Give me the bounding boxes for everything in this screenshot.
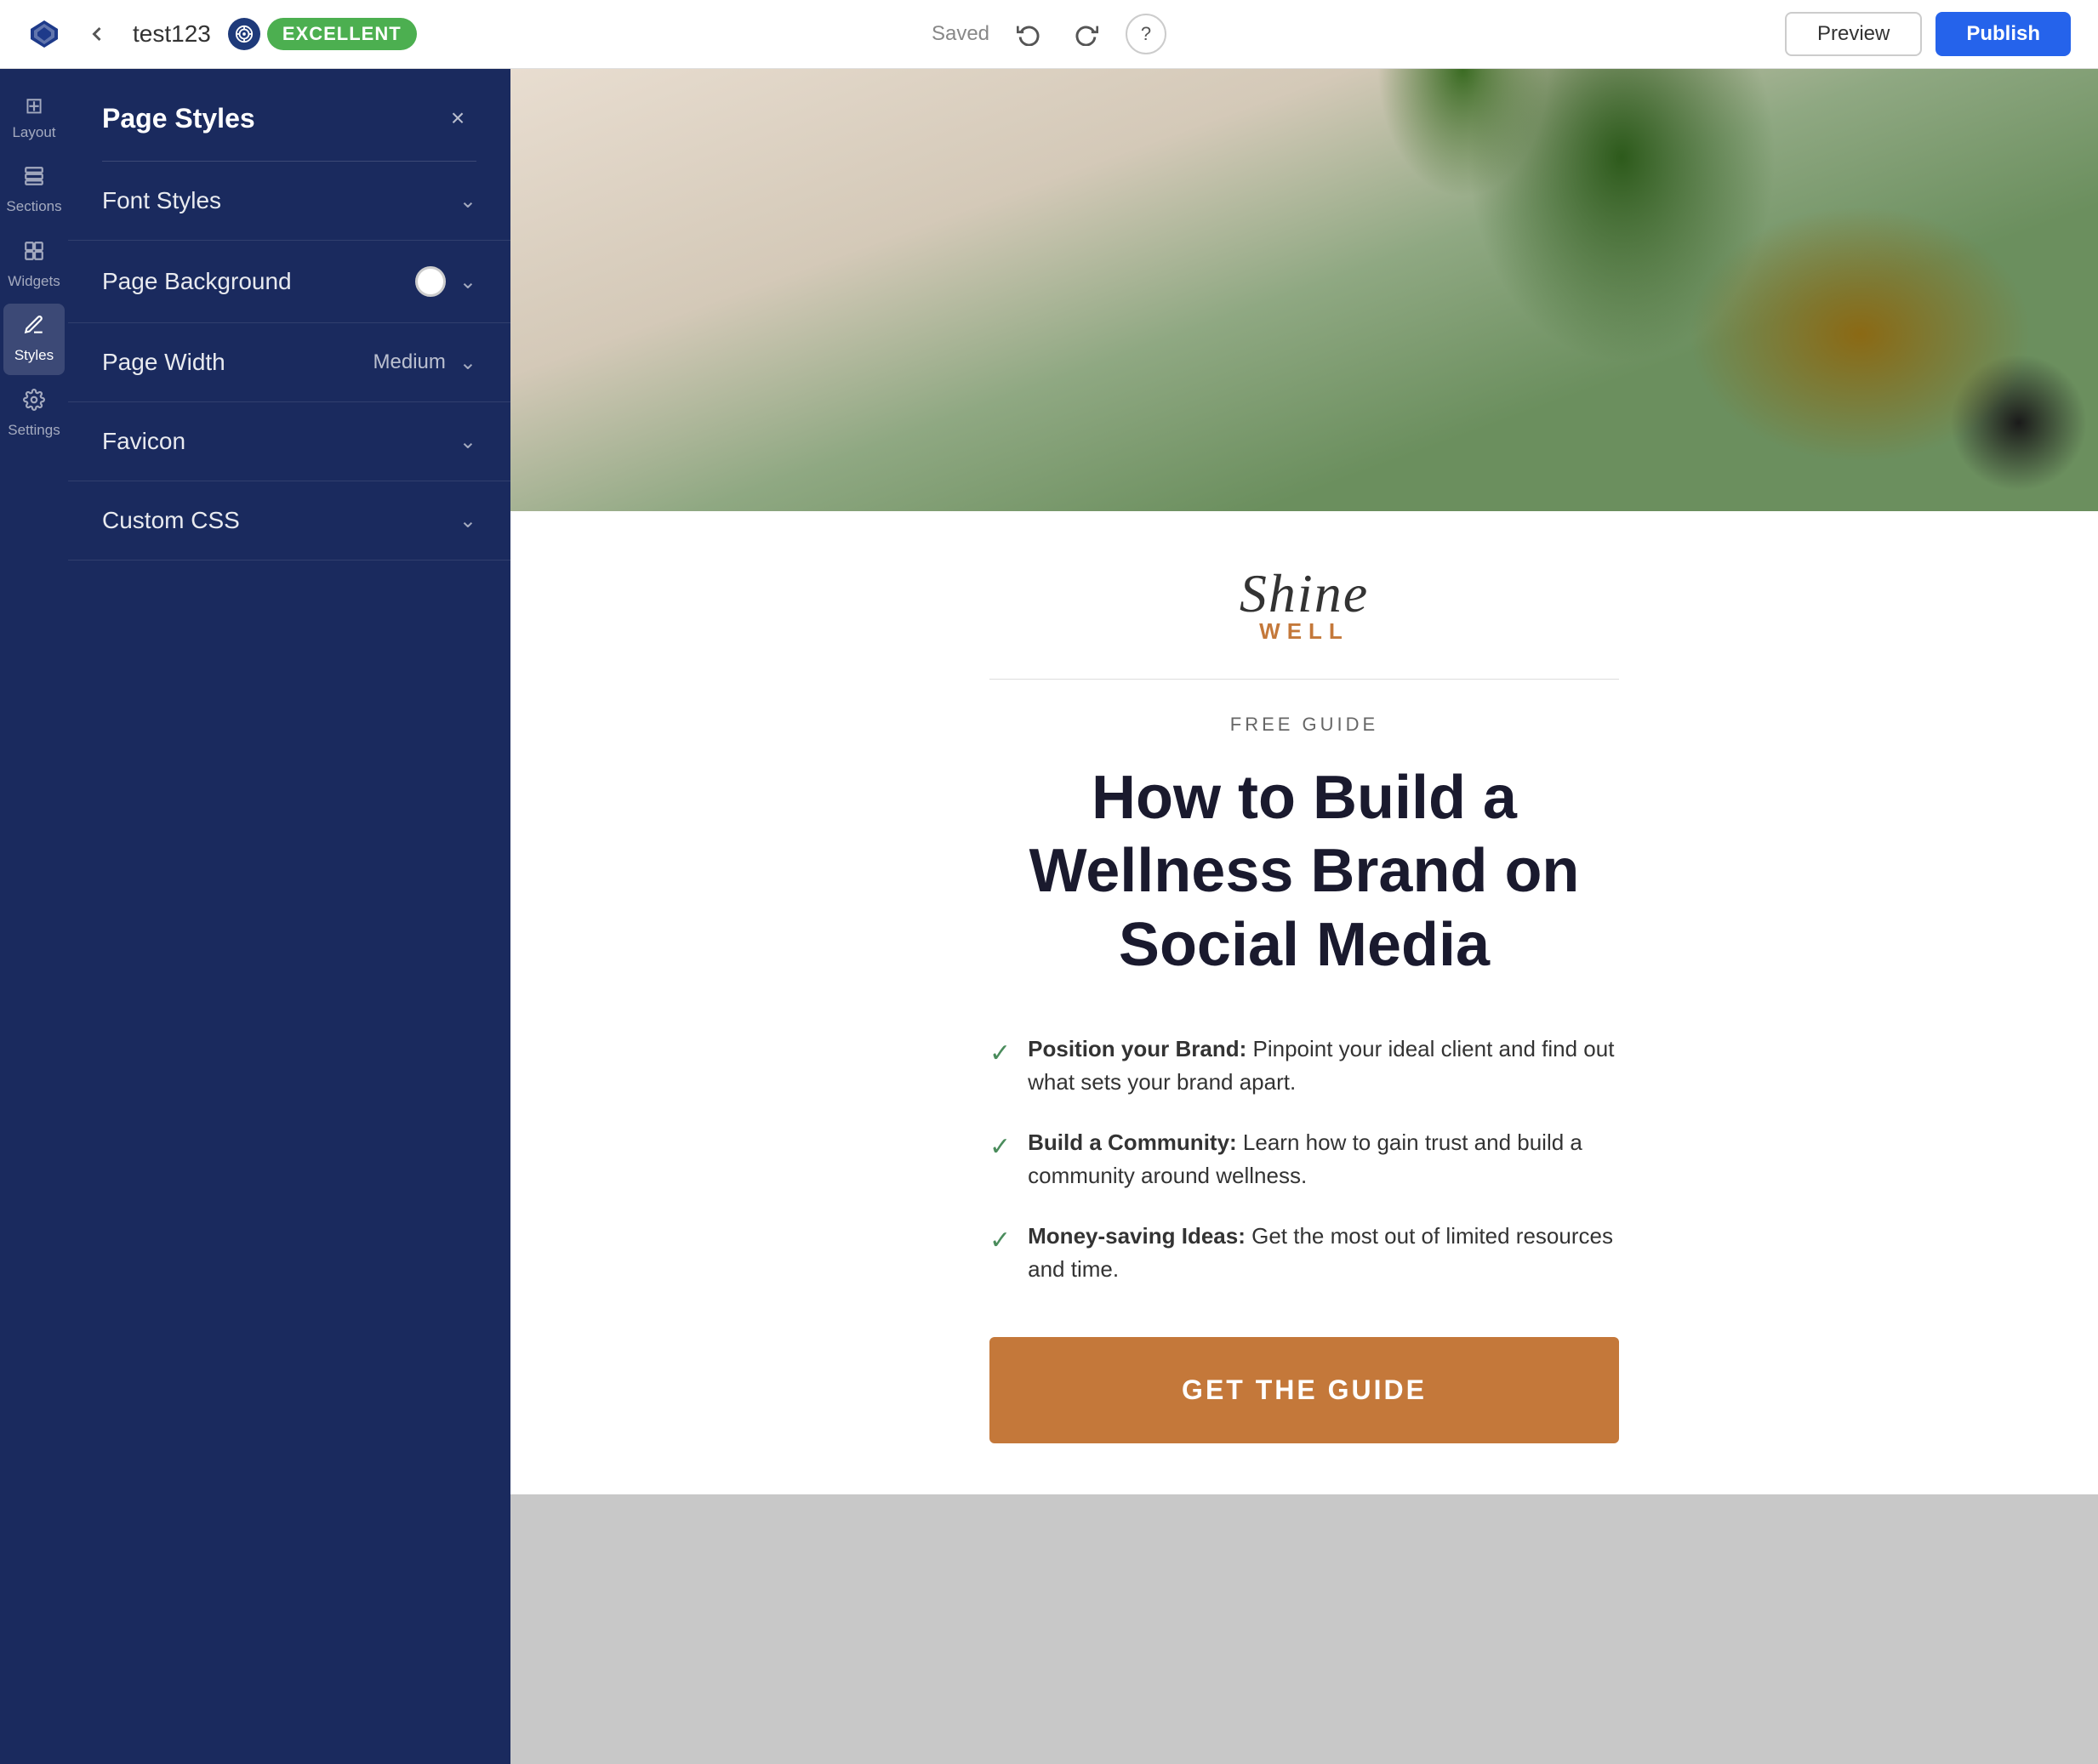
custom-css-right: ⌄: [459, 509, 476, 533]
sidebar-item-settings[interactable]: Settings: [3, 378, 65, 449]
back-button[interactable]: [78, 15, 116, 53]
close-icon: ×: [451, 105, 465, 132]
page-background-label: Page Background: [102, 268, 292, 295]
main-content: ⊞ Layout Sections Wid: [0, 69, 2098, 1764]
panel-title: Page Styles: [102, 103, 255, 134]
help-button[interactable]: ?: [1126, 14, 1166, 54]
redo-button[interactable]: [1068, 15, 1105, 53]
sidebar-label-sections: Sections: [6, 198, 61, 215]
canvas-area: Shine WELL FREE GUIDE How to Build a Wel…: [510, 69, 2098, 1764]
landing-inner: Shine WELL FREE GUIDE How to Build a Wel…: [921, 511, 1687, 1494]
widgets-icon: [23, 240, 45, 268]
sidebar-item-styles[interactable]: Styles: [3, 304, 65, 374]
page-background-toggle[interactable]: [415, 266, 446, 297]
styles-icon: [23, 314, 45, 342]
custom-css-row[interactable]: Custom CSS ⌄: [68, 481, 510, 560]
feature-text-3: Money-saving Ideas: Get the most out of …: [1028, 1220, 1619, 1286]
settings-icon: [23, 389, 45, 417]
page-width-chevron: ⌄: [459, 350, 476, 375]
sidebar-item-sections[interactable]: Sections: [3, 155, 65, 225]
header-right: Preview Publish: [1389, 12, 2071, 56]
styles-panel: Page Styles × Font Styles ⌄ Page Backgro…: [68, 69, 510, 1764]
saved-status: Saved: [932, 22, 989, 46]
font-styles-right: ⌄: [459, 189, 476, 213]
feature-item-1: ✓ Position your Brand: Pinpoint your ide…: [989, 1033, 1619, 1099]
target-icon: [228, 18, 260, 50]
font-styles-label: Font Styles: [102, 187, 221, 214]
help-icon: ?: [1141, 23, 1151, 45]
excellent-label: EXCELLENT: [267, 18, 417, 50]
page-width-label: Page Width: [102, 349, 225, 376]
app-logo: [27, 17, 61, 51]
favicon-right: ⌄: [459, 430, 476, 454]
sidebar-label-styles: Styles: [14, 347, 54, 364]
cta-button[interactable]: GET THE GUIDE: [989, 1337, 1619, 1443]
brand-sub: WELL: [989, 618, 1619, 645]
header-left: test123 EXCELLENT: [27, 15, 709, 53]
landing-page: Shine WELL FREE GUIDE How to Build a Wel…: [510, 511, 2098, 1494]
panel-header: Page Styles ×: [68, 69, 510, 161]
icon-sidebar: ⊞ Layout Sections Wid: [0, 69, 68, 1764]
page-width-row[interactable]: Page Width Medium ⌄: [68, 323, 510, 402]
quality-badge: EXCELLENT: [228, 18, 417, 50]
close-panel-button[interactable]: ×: [439, 100, 476, 137]
feature-list: ✓ Position your Brand: Pinpoint your ide…: [989, 1033, 1619, 1286]
hero-image: [510, 69, 2098, 511]
header-center: Saved ?: [709, 14, 1390, 54]
sidebar-label-layout: Layout: [12, 124, 55, 141]
app-header: test123 EXCELLENT Saved: [0, 0, 2098, 69]
layout-icon: ⊞: [25, 93, 43, 119]
page-background-row[interactable]: Page Background ⌄: [68, 241, 510, 323]
feature-bold-3: Money-saving Ideas:: [1028, 1223, 1246, 1249]
page-name: test123: [133, 20, 211, 48]
feature-bold-1: Position your Brand:: [1028, 1036, 1246, 1061]
font-styles-chevron: ⌄: [459, 189, 476, 213]
sidebar-label-settings: Settings: [8, 422, 60, 439]
feature-item-2: ✓ Build a Community: Learn how to gain t…: [989, 1126, 1619, 1192]
publish-button[interactable]: Publish: [1936, 12, 2071, 56]
page-background-right: ⌄: [415, 266, 476, 297]
sidebar-item-widgets[interactable]: Widgets: [3, 230, 65, 300]
brand-script: Shine: [989, 562, 1619, 625]
sidebar-label-widgets: Widgets: [8, 273, 60, 290]
favicon-row[interactable]: Favicon ⌄: [68, 402, 510, 481]
custom-css-label: Custom CSS: [102, 507, 240, 534]
feature-text-1: Position your Brand: Pinpoint your ideal…: [1028, 1033, 1619, 1099]
page-width-value: Medium: [373, 350, 446, 374]
feature-text-2: Build a Community: Learn how to gain tru…: [1028, 1126, 1619, 1192]
brand-logo-area: Shine WELL: [989, 562, 1619, 680]
sections-icon: [23, 165, 45, 193]
check-icon-1: ✓: [989, 1034, 1011, 1073]
landing-headline: How to Build a Wellness Brand on Social …: [989, 761, 1619, 982]
preview-button[interactable]: Preview: [1785, 12, 1922, 56]
favicon-label: Favicon: [102, 428, 185, 455]
free-guide-label: FREE GUIDE: [989, 714, 1619, 736]
font-styles-row[interactable]: Font Styles ⌄: [68, 162, 510, 241]
feature-item-3: ✓ Money-saving Ideas: Get the most out o…: [989, 1220, 1619, 1286]
favicon-chevron: ⌄: [459, 430, 476, 454]
undo-button[interactable]: [1010, 15, 1047, 53]
sidebar-item-layout[interactable]: ⊞ Layout: [3, 83, 65, 151]
page-width-right: Medium ⌄: [373, 350, 476, 375]
custom-css-chevron: ⌄: [459, 509, 476, 533]
check-icon-2: ✓: [989, 1128, 1011, 1166]
check-icon-3: ✓: [989, 1221, 1011, 1260]
page-background-chevron: ⌄: [459, 270, 476, 294]
feature-bold-2: Build a Community:: [1028, 1130, 1237, 1155]
